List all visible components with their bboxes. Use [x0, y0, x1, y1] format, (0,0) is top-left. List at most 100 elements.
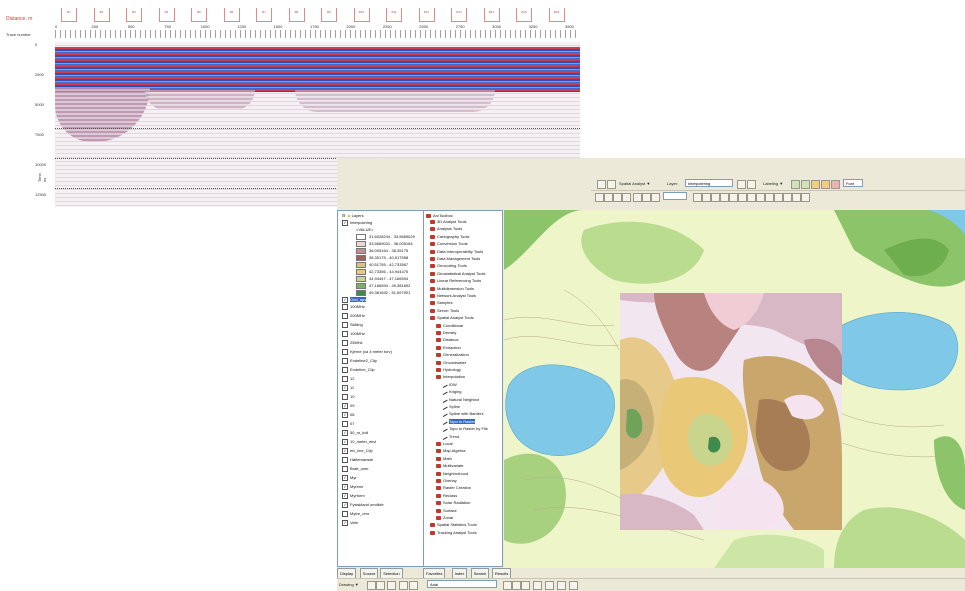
toolbox-item[interactable]: Density: [436, 330, 456, 336]
toolbox-item[interactable]: Kriging: [441, 389, 461, 396]
label-tool-icon[interactable]: [821, 180, 830, 189]
scale-field[interactable]: [663, 192, 687, 200]
toolbox-item[interactable]: Spatial Analyst Tools: [430, 315, 474, 321]
map-view[interactable]: [504, 210, 965, 568]
font-color-icon[interactable]: [533, 581, 542, 590]
toolbox-item[interactable]: Generalization: [436, 352, 469, 358]
layer-visibility-checkbox[interactable]: ✓: [342, 475, 348, 481]
paste-icon[interactable]: [651, 193, 660, 202]
toc-layer-item[interactable]: ✓ Myrene: [342, 484, 363, 490]
toolbox-item[interactable]: Overlay: [436, 478, 457, 484]
font-field[interactable]: Font: [843, 179, 863, 187]
edit-vertices-icon[interactable]: [409, 581, 418, 590]
back-icon[interactable]: [738, 193, 747, 202]
toc-layer-item[interactable]: ✓ Interpolering: [342, 220, 372, 226]
toc-layer-item[interactable]: ✓ 08: [342, 412, 354, 418]
fill-color-icon[interactable]: [545, 581, 554, 590]
layer-visibility-checkbox[interactable]: [342, 349, 348, 355]
layer-visibility-checkbox[interactable]: [342, 367, 348, 373]
toolbox-item[interactable]: Spline: [441, 403, 460, 410]
toolbox-item[interactable]: Geostatistical Analyst Tools: [430, 271, 485, 277]
toc-layer-item[interactable]: ✓ elv_line_Clip: [342, 448, 373, 454]
toolbar-button[interactable]: [622, 193, 631, 202]
toolbox-item[interactable]: Data Interoperability Tools: [430, 249, 483, 255]
toolbox-item[interactable]: Local: [436, 441, 453, 447]
toolbar-button[interactable]: [604, 193, 613, 202]
drawing-menu[interactable]: Drawing ▼: [339, 581, 359, 588]
toolbox-item[interactable]: Neighborhood: [436, 471, 468, 477]
underline-icon[interactable]: [521, 581, 530, 590]
layer-visibility-checkbox[interactable]: [342, 511, 348, 517]
toc-layer-item[interactable]: 33,5669031 - 36,005164: [356, 241, 413, 247]
italic-icon[interactable]: [512, 581, 521, 590]
toolbox-item[interactable]: Natural Neighbor: [441, 396, 479, 403]
zoom-in-icon[interactable]: [693, 193, 702, 202]
toc-layer-item[interactable]: 25MHz: [342, 340, 363, 346]
toolbox-item[interactable]: Reclass: [436, 493, 457, 499]
rectangle-icon[interactable]: [387, 581, 396, 590]
layer-visibility-checkbox[interactable]: ✓: [342, 520, 348, 526]
toolbar-button[interactable]: [597, 180, 606, 189]
expand-icon[interactable]: ⊟: [342, 213, 346, 219]
toolbox-item[interactable]: IDW: [441, 381, 457, 388]
toolbox-item[interactable]: Spatial Statistics Tools: [430, 522, 477, 528]
toc-layer-item[interactable]: 07: [342, 421, 354, 427]
layer-visibility-checkbox[interactable]: [342, 376, 348, 382]
select-icon[interactable]: [756, 193, 765, 202]
toolbox-item[interactable]: Samples: [430, 300, 453, 306]
toolbox-item[interactable]: Cartography Tools: [430, 234, 469, 240]
toc-layer-item[interactable]: 31,6028244 - 33,5669029: [356, 234, 415, 240]
hyperlink-icon[interactable]: [792, 193, 801, 202]
toolbar-button[interactable]: [747, 180, 756, 189]
toolbar-button[interactable]: [607, 180, 616, 189]
toc-layer-item[interactable]: ✓ Vatn: [342, 520, 358, 526]
toc-layer-item[interactable]: 40,51755 - 42,733567: [356, 262, 408, 268]
toc-layer-item[interactable]: 200MHz: [342, 313, 365, 319]
toolbox-item[interactable]: Tracking Analyst Tools: [430, 530, 477, 536]
toc-layer-item[interactable]: Bratt_uner: [342, 466, 369, 472]
toc-layer-item[interactable]: <VALUE>: [356, 227, 374, 233]
layer-visibility-checkbox[interactable]: ✓: [342, 439, 348, 445]
toolbar-button[interactable]: [613, 193, 622, 202]
full-extent-icon[interactable]: [720, 193, 729, 202]
toc-layer-item[interactable]: 36,005164 - 38,35175: [356, 248, 408, 254]
toolbox-item[interactable]: Map Algebra: [436, 448, 465, 454]
toolbox-item[interactable]: Spline with Barriers: [441, 411, 483, 418]
toc-layer-item[interactable]: Mytre_omr: [342, 511, 369, 517]
toolbox-item[interactable]: Distance: [436, 337, 459, 343]
copy-icon[interactable]: [642, 193, 651, 202]
toc-layer-item[interactable]: 38,35175 - 40,517558: [356, 255, 408, 261]
cut-icon[interactable]: [633, 193, 642, 202]
toolbox-icon[interactable]: [801, 193, 810, 202]
toolbox-item[interactable]: Conversion Tools: [430, 241, 468, 247]
line-color-icon[interactable]: [557, 581, 566, 590]
layer-visibility-checkbox[interactable]: ✓: [342, 403, 348, 409]
layer-visibility-checkbox[interactable]: [342, 457, 348, 463]
toolbox-item[interactable]: Server Tools: [430, 308, 459, 314]
label-tool-icon[interactable]: [791, 180, 800, 189]
toc-layer-item[interactable]: ✓ Grid_aps: [342, 297, 367, 303]
toc-layer-item[interactable]: ✓ 10_meter_ekvi: [342, 439, 376, 445]
toolbar-button[interactable]: [595, 193, 604, 202]
histogram-icon[interactable]: [737, 180, 746, 189]
toc-layer-item[interactable]: 100MHz: [342, 331, 365, 337]
toc-layer-item[interactable]: 44,94447 - 47,166594: [356, 276, 408, 282]
toc-layer-item[interactable]: ✓ Fysiskland område: [342, 502, 384, 508]
label-tool-icon[interactable]: [801, 180, 810, 189]
toolbox-item[interactable]: Multidimension Tools: [430, 286, 474, 292]
toc-layer-item[interactable]: Høltemarade: [342, 457, 373, 463]
layer-visibility-checkbox[interactable]: [342, 358, 348, 364]
globe-icon[interactable]: [729, 193, 738, 202]
toolbox-item[interactable]: Zonal: [436, 515, 453, 521]
layer-visibility-checkbox[interactable]: [342, 331, 348, 337]
identify-icon[interactable]: [765, 193, 774, 202]
toc-layer-item[interactable]: Skilling: [342, 322, 363, 328]
toolbox-item[interactable]: Hydrology: [436, 367, 461, 373]
toc-layer-item[interactable]: 12: [342, 376, 354, 382]
toolbox-item[interactable]: Network Analyst Tools: [430, 293, 476, 299]
toc-layer-item[interactable]: Kjerne (ca 4 meter torv): [342, 349, 392, 355]
toolbox-item[interactable]: Raster Creation: [436, 485, 471, 491]
layer-visibility-checkbox[interactable]: ✓: [342, 430, 348, 436]
toolbox-item[interactable]: Trend: [441, 433, 459, 440]
rotate-icon[interactable]: [376, 581, 385, 590]
